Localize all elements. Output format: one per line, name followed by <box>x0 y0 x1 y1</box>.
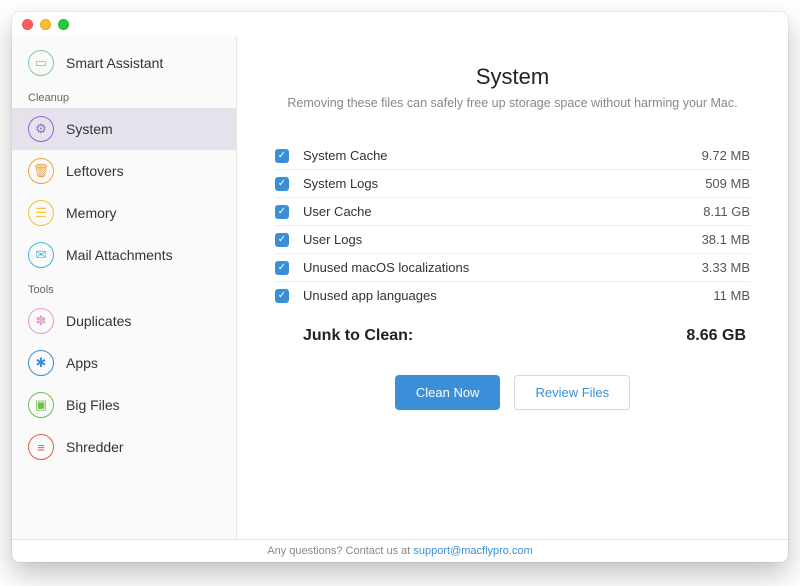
sidebar-item-mail-attachments[interactable]: ✉ Mail Attachments <box>12 234 236 276</box>
sidebar-item-label: System <box>66 121 113 137</box>
sparkle-icon: ✽ <box>28 308 54 334</box>
sidebar-item-memory[interactable]: ☰ Memory <box>12 192 236 234</box>
list-item[interactable]: ✓ User Logs38.1 MB <box>275 226 750 254</box>
window-titlebar <box>12 12 788 36</box>
sidebar: ▭ Smart Assistant Cleanup ⚙ System 🗑 Leftove… <box>12 36 237 539</box>
item-size: 9.72 MB <box>702 148 750 163</box>
summary-label: Junk to Clean: <box>303 327 413 345</box>
shred-icon: ≡ <box>28 434 54 460</box>
footer: Any questions? Contact us at support@mac… <box>12 539 788 562</box>
page-subtitle: Removing these files can safely free up … <box>275 96 750 110</box>
checkbox-icon[interactable]: ✓ <box>275 233 289 247</box>
laptop-icon: ▭ <box>28 50 54 76</box>
item-name: Unused macOS localizations <box>303 260 702 275</box>
list-item[interactable]: ✓ Unused app languages11 MB <box>275 282 750 309</box>
sidebar-item-label: Leftovers <box>66 163 124 179</box>
review-files-button[interactable]: Review Files <box>514 375 630 410</box>
sidebar-item-smart-assistant[interactable]: ▭ Smart Assistant <box>12 42 236 84</box>
checkbox-icon[interactable]: ✓ <box>275 177 289 191</box>
window-minimize-button[interactable] <box>40 19 51 30</box>
main-panel: System Removing these files can safely f… <box>237 36 788 539</box>
sidebar-item-label: Apps <box>66 355 98 371</box>
footer-text: Any questions? Contact us at <box>267 545 413 557</box>
sidebar-item-label: Shredder <box>66 439 124 455</box>
list-item[interactable]: ✓ Unused macOS localizations3.33 MB <box>275 254 750 282</box>
mail-icon: ✉ <box>28 242 54 268</box>
sidebar-item-label: Duplicates <box>66 313 131 329</box>
sidebar-item-label: Big Files <box>66 397 120 413</box>
window-close-button[interactable] <box>22 19 33 30</box>
box-icon: ▣ <box>28 392 54 418</box>
sidebar-item-big-files[interactable]: ▣ Big Files <box>12 384 236 426</box>
junk-list: ✓ System Cache9.72 MB ✓ System Logs509 MB ✓ U… <box>275 142 750 309</box>
item-size: 38.1 MB <box>702 232 750 247</box>
wrench-icon: ✱ <box>28 350 54 376</box>
gear-icon: ⚙ <box>28 116 54 142</box>
sidebar-item-apps[interactable]: ✱ Apps <box>12 342 236 384</box>
list-item[interactable]: ✓ System Cache9.72 MB <box>275 142 750 170</box>
list-item[interactable]: ✓ System Logs509 MB <box>275 170 750 198</box>
item-name: User Logs <box>303 232 702 247</box>
sidebar-section-label: Cleanup <box>12 84 236 108</box>
layers-icon: ☰ <box>28 200 54 226</box>
window-maximize-button[interactable] <box>58 19 69 30</box>
sidebar-section-label: Tools <box>12 276 236 300</box>
sidebar-item-label: Memory <box>66 205 117 221</box>
page-title: System <box>275 64 750 90</box>
sidebar-item-label: Smart Assistant <box>66 55 163 71</box>
sidebar-item-duplicates[interactable]: ✽ Duplicates <box>12 300 236 342</box>
app-window: ▭ Smart Assistant Cleanup ⚙ System 🗑 Leftove… <box>12 12 788 562</box>
sidebar-item-system[interactable]: ⚙ System <box>12 108 236 150</box>
item-name: System Cache <box>303 148 702 163</box>
list-item[interactable]: ✓ User Cache8.11 GB <box>275 198 750 226</box>
sidebar-item-shredder[interactable]: ≡ Shredder <box>12 426 236 468</box>
clean-now-button[interactable]: Clean Now <box>395 375 501 410</box>
support-link[interactable]: support@macflypro.com <box>413 545 532 557</box>
item-name: Unused app languages <box>303 288 713 303</box>
action-bar: Clean Now Review Files <box>275 375 750 410</box>
summary-value: 8.66 GB <box>686 327 746 345</box>
item-size: 11 MB <box>713 288 750 303</box>
item-size: 8.11 GB <box>703 204 750 219</box>
sidebar-item-leftovers[interactable]: 🗑 Leftovers <box>12 150 236 192</box>
item-name: System Logs <box>303 176 705 191</box>
checkbox-icon[interactable]: ✓ <box>275 149 289 163</box>
item-name: User Cache <box>303 204 703 219</box>
checkbox-icon[interactable]: ✓ <box>275 205 289 219</box>
checkbox-icon[interactable]: ✓ <box>275 261 289 275</box>
junk-summary: Junk to Clean: 8.66 GB <box>275 327 750 345</box>
item-size: 509 MB <box>705 176 750 191</box>
sidebar-item-label: Mail Attachments <box>66 247 173 263</box>
trash-icon: 🗑 <box>28 158 54 184</box>
checkbox-icon[interactable]: ✓ <box>275 289 289 303</box>
item-size: 3.33 MB <box>702 260 750 275</box>
window-body: ▭ Smart Assistant Cleanup ⚙ System 🗑 Leftove… <box>12 36 788 539</box>
